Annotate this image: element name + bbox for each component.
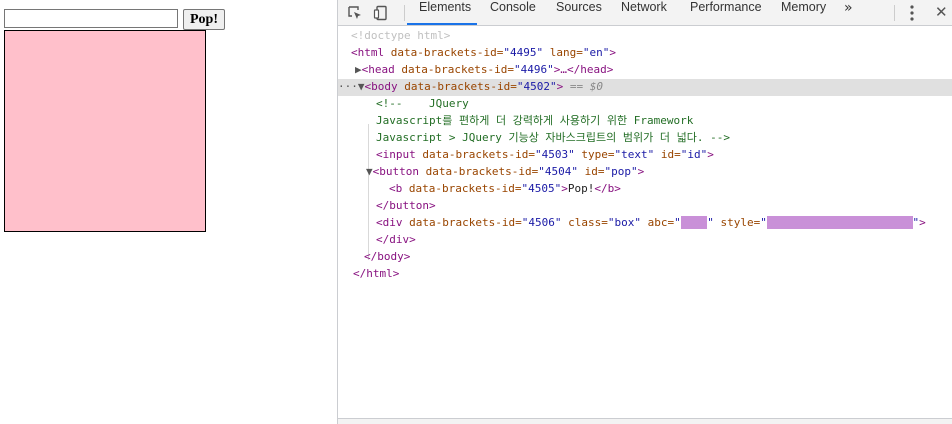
pink-box [4, 30, 206, 232]
devtools-toolbar: Elements Console Sources Network Perform… [338, 0, 952, 26]
dom-node-div[interactable]: <div data-brackets-id="4506" class="box"… [376, 215, 926, 232]
more-tabs-icon[interactable]: » [844, 0, 853, 25]
tab-elements[interactable]: Elements [419, 0, 471, 25]
more-options-icon[interactable] [910, 4, 914, 22]
dom-node-button-close[interactable]: </button> [376, 198, 436, 215]
dom-comment-line: Javascript > JQuery 기능상 자바스크립트의 범위가 더 넓다… [376, 131, 730, 144]
dom-node-html-close[interactable]: </html> [353, 266, 399, 283]
tab-console[interactable]: Console [490, 0, 536, 25]
device-toolbar-icon[interactable] [373, 5, 389, 21]
collapse-triangle-icon[interactable]: ▼ [358, 80, 365, 93]
node-actions-icon[interactable]: ··· [338, 80, 358, 93]
dom-node-doctype[interactable]: <!doctype html> [351, 28, 450, 45]
tab-performance[interactable]: Performance [690, 0, 762, 25]
dom-node-html[interactable]: <html data-brackets-id="4495" lang="en"> [351, 45, 616, 62]
tree-guide-line [368, 124, 369, 260]
id-text-input[interactable] [4, 9, 178, 28]
dom-node-button[interactable]: ▼<button data-brackets-id="4504" id="pop… [366, 164, 644, 181]
tab-memory[interactable]: Memory [781, 0, 826, 25]
expand-triangle-icon[interactable]: ▶ [355, 63, 362, 76]
inspect-element-icon[interactable] [347, 5, 363, 21]
tab-network[interactable]: Network [621, 0, 667, 25]
dom-node-body-selected[interactable]: ···▼<body data-brackets-id="4502"> == $0 [338, 79, 952, 96]
dom-node-head[interactable]: ▶<head data-brackets-id="4496">…</head> [355, 62, 613, 79]
dom-node-input[interactable]: <input data-brackets-id="4503" type="tex… [376, 147, 714, 164]
close-devtools-icon[interactable]: ✕ [935, 3, 948, 21]
page-viewport: Pop! [0, 0, 337, 424]
devtools-panel: Elements Console Sources Network Perform… [337, 0, 952, 424]
dom-node-body-close[interactable]: </body> [364, 249, 410, 266]
dom-comment-line: <!-- JQuery [376, 97, 469, 110]
dom-node-div-close[interactable]: </div> [376, 232, 416, 249]
active-tab-indicator [407, 23, 477, 25]
pop-button[interactable]: Pop! [183, 9, 225, 30]
redacted-value-highlight: xxxxxxxxxxxxxxxxxxxxxx [766, 216, 913, 229]
collapse-triangle-icon[interactable]: ▼ [366, 165, 373, 178]
devtools-bottom-bar [338, 418, 952, 424]
redacted-value-highlight: xxxx [680, 216, 708, 229]
dom-node-b[interactable]: <b data-brackets-id="4505">Pop!</b> [389, 181, 621, 198]
tab-sources[interactable]: Sources [556, 0, 602, 25]
toolbar-separator [894, 5, 895, 21]
toolbar-separator [404, 5, 405, 21]
dom-comment-line: Javascript를 편하게 더 강력하게 사용하기 위한 Framework [376, 114, 694, 127]
